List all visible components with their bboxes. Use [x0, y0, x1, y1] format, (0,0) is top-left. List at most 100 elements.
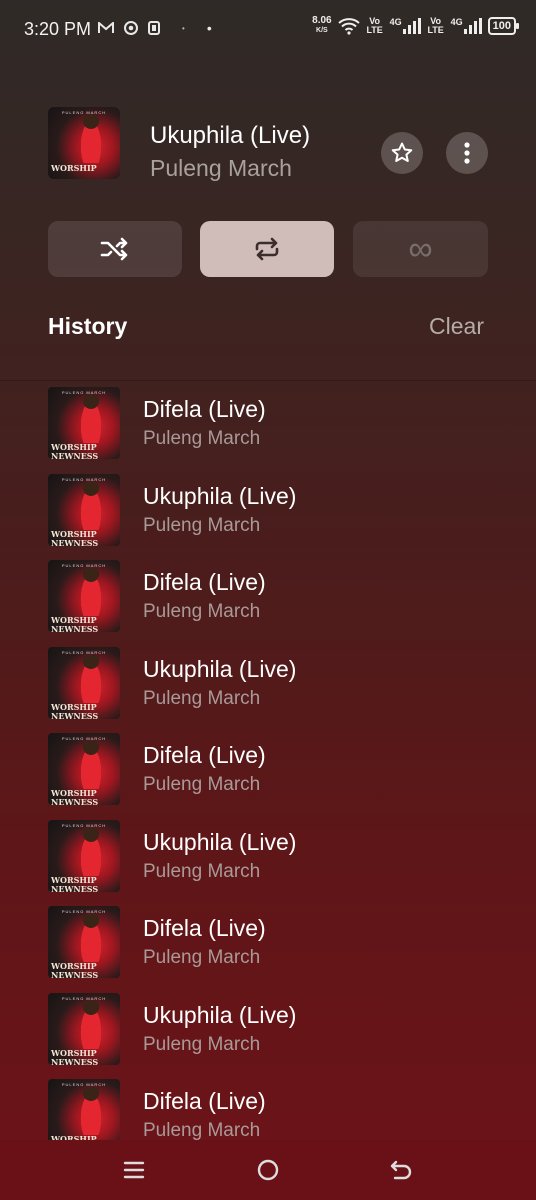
cover-figure — [78, 654, 104, 703]
album-cover: PULENG MARCHWORSHIPNEWNESS — [48, 646, 120, 719]
dot-icon: • — [182, 23, 185, 33]
cover-figure — [78, 827, 104, 876]
cover-top-text: PULENG MARCH — [61, 822, 107, 828]
history-item-title: Difela (Live) — [143, 915, 266, 941]
history-item[interactable]: PULENG MARCHWORSHIPNEWNESS Difela (Live) P… — [0, 726, 536, 812]
cover-figure — [78, 115, 104, 163]
shuffle-icon — [100, 237, 128, 261]
history-item[interactable]: PULENG MARCH WORSHIP NEWNESS Ukuphila (Live… — [0, 986, 536, 1072]
signal-bars-icon — [402, 18, 421, 34]
volte-2: Vo LTE — [427, 16, 444, 35]
history-title: History — [48, 313, 128, 339]
recent-apps-button[interactable] — [114, 1154, 154, 1186]
cover-line-2: NEWNESS — [51, 797, 99, 805]
album-cover: PULENG MARCHWORSHIPNEWNESS — [48, 560, 120, 632]
status-right: 8.06 K/S Vo LTE 4G Vo LTE 4G 100 — [312, 15, 520, 36]
history-item-artist: Puleng March — [143, 601, 261, 622]
more-vertical-icon — [464, 142, 470, 164]
back-button[interactable] — [381, 1154, 421, 1186]
signal-2: 4G — [451, 18, 482, 34]
cover-figure — [78, 481, 104, 530]
cover-line-2: NEWNESS — [51, 177, 98, 179]
chrome-icon — [124, 21, 138, 35]
signal-1: 4G — [390, 18, 421, 34]
signal-bars-icon — [463, 18, 482, 34]
cover-figure — [78, 741, 104, 789]
playback-modes: ∞ — [48, 221, 488, 277]
cover-top-text: PULENG MARCH — [61, 110, 107, 115]
back-icon — [390, 1160, 412, 1180]
repeat-icon — [255, 237, 279, 261]
history-item[interactable]: PULENG MARCH WORSHIP NEWNESS Ukuphila (Live… — [0, 640, 536, 726]
wifi-icon — [337, 18, 360, 35]
history-item[interactable]: PULENG MARCHWORSHIPNEWNESS Difela (Live) P… — [0, 380, 536, 466]
cover-top-text: PULENG MARCH — [61, 476, 107, 482]
album-cover: PULENG MARCHWORSHIPNEWNESS — [48, 733, 120, 805]
cover-top-text: PULENG MARCH — [61, 649, 107, 655]
home-button[interactable] — [248, 1154, 288, 1186]
history-header: History Clear — [0, 300, 536, 381]
history-item-artist: Puleng March — [143, 1120, 261, 1140]
more-options-button[interactable] — [446, 132, 488, 174]
shuffle-button[interactable] — [48, 221, 182, 277]
menu-icon — [123, 1161, 145, 1179]
now-playing-title: Ukuphila (Live) — [150, 122, 311, 149]
cover-top-text: PULENG MARCH — [61, 563, 107, 568]
now-playing: PULENG MARCH WORSHIP NEWNESS Ukuphila (L… — [48, 107, 488, 181]
album-cover: PULENG MARCHWORSHIPNEWNESS — [48, 473, 120, 546]
infinite-button[interactable]: ∞ — [353, 221, 488, 277]
infinite-icon: ∞ — [408, 229, 433, 268]
history-item[interactable]: PULENG MARCHWORSHIPNEWNESS Difela (Live) P… — [0, 899, 536, 985]
history-item-artist: Puleng March — [143, 774, 261, 795]
clear-history-button[interactable]: Clear — [429, 313, 484, 340]
cover-line-2: NEWNESS — [51, 970, 99, 978]
history-item-artist: Puleng March — [143, 687, 261, 709]
album-cover: PULENG MARCHWORSHIPNEWNESS — [48, 906, 120, 978]
history-item-title: Difela (Live) — [143, 742, 266, 768]
cover-line-2: NEWNESS — [51, 710, 99, 719]
cover-figure — [78, 568, 104, 616]
status-bar: 3:20 PM • • 8.06 K/S Vo LTE 4G Vo LTE 4G… — [0, 0, 536, 60]
cover-figure — [78, 1000, 104, 1049]
repeat-button[interactable] — [200, 221, 334, 277]
cover-line-2: NEWNESS — [51, 624, 99, 632]
status-time: 3:20 PM — [24, 19, 92, 39]
history-item[interactable]: PULENG MARCHWORSHIPNEWNESS Difela (Live) P… — [0, 1072, 536, 1140]
history-item[interactable]: PULENG MARCH WORSHIP NEWNESS Ukuphila (Live… — [0, 813, 536, 899]
history-item-artist: Puleng March — [143, 860, 261, 882]
gmail-icon — [98, 22, 114, 33]
cover-line-2: NEWNESS — [51, 537, 99, 546]
album-cover: PULENG MARCHWORSHIPNEWNESS — [48, 1079, 120, 1140]
network-speed-value: 8.06 — [312, 15, 332, 26]
home-icon — [257, 1159, 279, 1181]
cover-top-text: PULENG MARCH — [61, 736, 107, 741]
battery-icon: 100 — [487, 17, 520, 35]
network-speed-unit: K/S — [316, 27, 328, 34]
history-item-title: Ukuphila (Live) — [143, 482, 297, 509]
cover-top-text: PULENG MARCH — [61, 909, 107, 914]
network-type-2: 4G — [450, 17, 463, 27]
network-type-1: 4G — [389, 17, 402, 27]
cover-figure — [78, 1087, 104, 1135]
notification-icons: • • — [98, 20, 212, 36]
volte-1: Vo LTE — [366, 16, 383, 35]
now-playing-artist: Puleng March — [150, 155, 292, 181]
history-item-title: Difela (Live) — [143, 569, 266, 595]
history-item[interactable]: PULENG MARCH WORSHIP NEWNESS Ukuphila (Live… — [0, 467, 536, 553]
cover-line-1: WORSHIP — [51, 163, 97, 173]
album-cover: PULENG MARCHWORSHIPNEWNESS — [48, 992, 120, 1065]
album-cover: PULENG MARCHWORSHIPNEWNESS — [48, 819, 120, 892]
cover-figure — [78, 914, 104, 962]
navigation-bar — [0, 1140, 536, 1200]
cover-top-text: PULENG MARCH — [61, 390, 107, 395]
cover-figure — [78, 395, 104, 443]
cover-line-2: NEWNESS — [51, 1056, 99, 1065]
favorite-button[interactable] — [381, 132, 423, 174]
app-icon — [148, 21, 160, 35]
cover-line-2: NEWNESS — [51, 451, 99, 459]
cover-line-2: NEWNESS — [51, 883, 99, 892]
history-item[interactable]: PULENG MARCHWORSHIPNEWNESS Difela (Live) P… — [0, 553, 536, 639]
history-item-title: Ukuphila (Live) — [143, 655, 297, 682]
history-item-title: Ukuphila (Live) — [143, 1001, 297, 1028]
now-playing-cover[interactable]: PULENG MARCH WORSHIP NEWNESS — [48, 107, 120, 179]
